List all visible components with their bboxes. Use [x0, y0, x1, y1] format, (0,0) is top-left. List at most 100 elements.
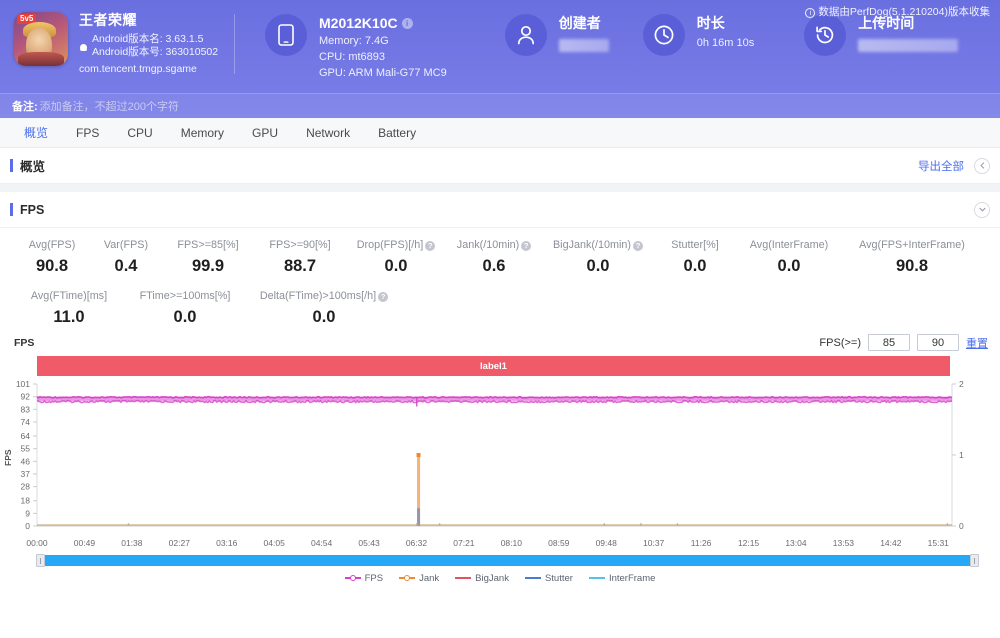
legend-label: InterFrame — [608, 572, 656, 584]
metric-value: 0.6 — [482, 257, 506, 275]
user-icon — [504, 14, 547, 56]
reset-button[interactable]: 重置 — [966, 335, 988, 351]
chevron-left-icon[interactable] — [974, 157, 990, 174]
tab-fps[interactable]: FPS — [62, 118, 113, 148]
x-axis-tick: 08:59 — [548, 538, 570, 548]
tab-gpu[interactable]: GPU — [238, 118, 292, 148]
history-icon — [804, 14, 847, 56]
tab-battery[interactable]: Battery — [364, 118, 430, 148]
svg-text:55: 55 — [21, 444, 31, 454]
creator-block: 创建者 — [504, 0, 619, 56]
x-axis-tick: 12:15 — [737, 538, 760, 548]
help-icon[interactable]: ? — [521, 240, 532, 251]
chart-plot-area[interactable]: FPS Jank 09182837465564748392101012 — [0, 378, 1000, 538]
device-info-icon[interactable]: i — [401, 18, 413, 29]
device-cpu: CPU: mt6893 — [319, 51, 386, 63]
remark-row[interactable]: 备注: 添加备注，不超过200个字符 — [0, 93, 1000, 118]
overview-panel-header: 概览 导出全部 — [0, 148, 1000, 184]
x-axis-tick: 08:10 — [500, 538, 522, 548]
metric-var-fps: Var(FPS) 0.4 — [90, 238, 162, 279]
legend-swatch — [455, 574, 472, 582]
help-icon[interactable]: ? — [378, 291, 389, 302]
x-axis-tick: 09:48 — [595, 538, 617, 548]
main-tab-bar: 概览 FPS CPU Memory GPU Network Battery — [0, 118, 1000, 148]
export-all-button[interactable]: 导出全部 — [918, 158, 964, 174]
android-icon — [79, 42, 88, 51]
fps-threshold-2-input[interactable] — [917, 334, 959, 351]
app-version-name: Android版本名: 3.63.1.5 — [92, 33, 204, 45]
tab-cpu[interactable]: CPU — [113, 118, 166, 148]
metric-value: 0.0 — [586, 257, 610, 275]
x-axis-tick: 00:00 — [26, 538, 48, 548]
svg-text:74: 74 — [21, 417, 31, 427]
scrollbar-track[interactable] — [37, 555, 978, 566]
svg-text:0: 0 — [959, 521, 964, 531]
report-header: 5v5 王者荣耀 Android版本名: 3.63.1.5 Android版本号… — [0, 0, 1000, 118]
legend-label: BigJank — [475, 572, 509, 584]
legend-swatch — [344, 574, 361, 582]
svg-text:46: 46 — [21, 456, 31, 466]
legend-item-stutter[interactable]: Stutter — [524, 573, 573, 584]
panel-accent-bar — [10, 203, 13, 216]
fps-threshold-label: FPS(>=) — [819, 336, 861, 349]
metric-value: 0.0 — [173, 308, 197, 326]
chart-horizontal-scrollbar[interactable] — [36, 554, 979, 567]
scrollbar-left-handle[interactable] — [36, 554, 45, 567]
legend-item-jank[interactable]: Jank — [399, 573, 439, 584]
metric-label: FPS>=90[%] — [269, 239, 331, 251]
scrollbar-right-handle[interactable] — [970, 554, 979, 567]
metrics-row-2: Avg(FTime)[ms] 11.0 FTime>=100ms[%] 0.0 Delt… — [0, 289, 1000, 330]
svg-text:28: 28 — [21, 482, 31, 492]
y-axis-title: FPS — [3, 449, 13, 466]
tab-network[interactable]: Network — [292, 118, 364, 148]
svg-text:18: 18 — [21, 496, 31, 506]
svg-text:83: 83 — [21, 404, 31, 414]
duration-value: 0h 16m 10s — [696, 37, 755, 49]
device-gpu: GPU: ARM Mali-G77 MC9 — [319, 67, 447, 79]
device-info-block: M2012K10C i Memory: 7.4G CPU: mt6893 GPU… — [265, 0, 447, 81]
svg-text:92: 92 — [21, 392, 31, 402]
app-package-name: com.tencent.tmgp.sgame — [79, 63, 197, 75]
tab-memory[interactable]: Memory — [167, 118, 238, 148]
legend-item-bigjank[interactable]: BigJank — [455, 573, 509, 584]
x-axis-tick: 06:32 — [405, 538, 428, 548]
device-memory: Memory: 7.4G — [319, 35, 389, 47]
duration-block: 时长 0h 16m 10s — [642, 0, 755, 56]
app-info-block: 5v5 王者荣耀 Android版本名: 3.63.1.5 Android版本号… — [0, 0, 232, 76]
metrics-row-1: Avg(FPS) 90.8 Var(FPS) 0.4 FPS>=85[%] 99.9 FPS… — [0, 238, 1000, 279]
remark-input-placeholder[interactable]: 添加备注，不超过200个字符 — [40, 98, 179, 114]
help-icon[interactable]: ? — [425, 240, 436, 251]
page-title: 概览 — [20, 160, 46, 174]
metric-value: 0.0 — [683, 257, 707, 275]
svg-text:2: 2 — [959, 379, 964, 389]
metric-value: 11.0 — [53, 308, 85, 326]
x-axis-tick: 14:42 — [880, 538, 902, 548]
help-icon[interactable]: ? — [633, 240, 643, 251]
creator-label: 创建者 — [558, 15, 601, 31]
metric-label: Avg(FTime)[ms] — [30, 290, 108, 302]
duration-label: 时长 — [696, 15, 725, 31]
metric-label: BigJank(/10min)? — [542, 238, 654, 253]
svg-text:9: 9 — [25, 508, 30, 518]
chevron-down-icon[interactable] — [974, 201, 990, 218]
metric-jank-10min: Jank(/10min)? 0.6 — [446, 238, 542, 279]
app-version-code: Android版本号: 363010502 — [92, 46, 219, 58]
info-icon: i — [805, 8, 816, 18]
legend-item-interframe[interactable]: InterFrame — [588, 572, 656, 584]
metric-label: FTime>=100ms[%] — [139, 290, 231, 302]
remark-label: 备注: — [12, 101, 38, 113]
fps-threshold-1-input[interactable] — [868, 334, 910, 351]
metric-stutter: Stutter[%] 0.0 — [654, 238, 736, 279]
x-axis-tick: 04:54 — [310, 538, 333, 548]
chart-label-bar[interactable]: label1 — [37, 356, 950, 376]
phone-icon — [265, 14, 307, 56]
tab-overview[interactable]: 概览 — [10, 118, 62, 148]
metric-label: Var(FPS) — [103, 239, 149, 251]
metric-fps-85: FPS>=85[%] 99.9 — [162, 238, 254, 279]
metric-label: Delta(FTime)>100ms[/h]? — [246, 289, 402, 304]
fps-panel-header: FPS — [0, 192, 1000, 228]
metric-delta-ftime-100ms-h: Delta(FTime)>100ms[/h]? 0.0 — [246, 289, 402, 330]
metric-value: 88.7 — [283, 257, 317, 275]
legend-item-fps[interactable]: FPS — [344, 573, 383, 584]
header-divider — [234, 14, 235, 74]
